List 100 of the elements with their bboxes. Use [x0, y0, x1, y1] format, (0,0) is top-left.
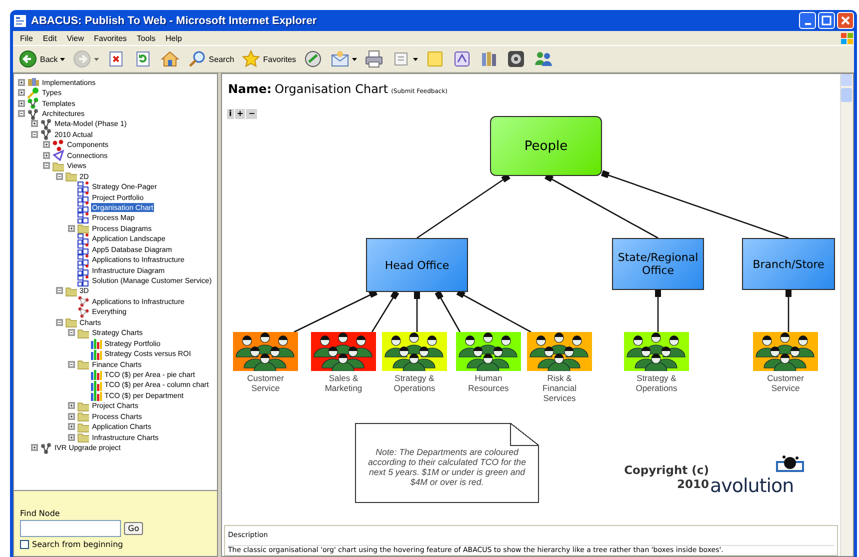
folder-icon: [77, 410, 89, 422]
logo-text: avolution: [710, 475, 794, 497]
zoom-button[interactable]: i: [227, 109, 234, 119]
go-button[interactable]: Go: [124, 522, 144, 535]
department-label: Human Resources: [467, 373, 510, 393]
connector-line: [786, 290, 792, 332]
windows-flag-icon: [840, 32, 854, 44]
expand-toggle[interactable]: [43, 152, 50, 159]
folder-icon: [77, 431, 89, 444]
collapse-toggle[interactable]: [43, 162, 50, 170]
menu-item[interactable]: Edit: [38, 34, 62, 42]
diagram-name: Organisation Chart: [274, 82, 388, 96]
org-node[interactable]: State/Regional Office: [612, 238, 704, 290]
expand-toggle[interactable]: [30, 444, 38, 452]
diagram-icon: [77, 180, 89, 193]
back-button[interactable]: Back: [16, 48, 67, 70]
folder-icon: [77, 222, 89, 234]
collapse-toggle[interactable]: [56, 172, 62, 180]
maximize-icon: [819, 13, 834, 28]
collapse-toggle[interactable]: [68, 329, 75, 336]
dots-icon: [52, 138, 64, 151]
department-label: Strategy & Operations: [392, 373, 436, 393]
search-button[interactable]: Search: [184, 48, 236, 70]
menu-item[interactable]: Help: [160, 34, 187, 42]
home-icon: [160, 49, 180, 69]
find-node-field[interactable]: [20, 520, 121, 537]
diagram-icon: [77, 232, 89, 245]
expand-toggle[interactable]: [68, 434, 75, 441]
department-label: Customer Service: [246, 373, 285, 393]
bar-chart-icon: [90, 337, 102, 350]
bar-chart-icon: [90, 368, 102, 380]
org-node[interactable]: Branch/Store: [742, 238, 835, 290]
bar-chart-icon: [90, 389, 102, 402]
folder-icon: [77, 400, 89, 412]
expand-toggle[interactable]: [18, 100, 25, 107]
expand-toggle[interactable]: [68, 412, 75, 420]
network-icon: [77, 306, 89, 318]
zoom-button[interactable]: +: [234, 109, 246, 119]
department-label: Strategy & Operations: [634, 373, 678, 393]
expand-toggle[interactable]: [30, 120, 38, 128]
triangle-icon: [52, 149, 64, 162]
favorites-button[interactable]: Favorites: [239, 48, 298, 70]
folder-icon: [52, 160, 64, 172]
checkbox-label: Search from beginning: [32, 540, 123, 549]
books-icon: [27, 76, 39, 88]
checkbox[interactable]: [20, 540, 29, 549]
pin-icon: [27, 86, 39, 99]
network-icon: [77, 295, 89, 308]
folder-icon: [64, 170, 76, 182]
network-icon: [40, 118, 52, 130]
star-icon: [241, 49, 262, 69]
research-icon: [452, 49, 472, 69]
zoom-button[interactable]: −: [246, 109, 258, 119]
connector-line: [655, 290, 661, 332]
collapse-toggle[interactable]: [30, 130, 38, 138]
diagram-icon: [77, 264, 89, 276]
network-icon: [40, 128, 52, 140]
mail-icon: [330, 49, 350, 69]
org-node[interactable]: Head Office: [366, 238, 468, 292]
folder-icon: [64, 316, 76, 328]
media-icon: [303, 49, 324, 69]
collapse-toggle[interactable]: [18, 110, 25, 118]
minimize-button[interactable]: [799, 12, 816, 29]
expand-toggle[interactable]: [18, 78, 25, 86]
diagram-icon: [77, 212, 89, 224]
expand-toggle[interactable]: [18, 89, 25, 96]
menu-item[interactable]: Favorites: [88, 34, 132, 42]
bar-chart-icon: [90, 378, 102, 391]
collapse-toggle[interactable]: [56, 287, 62, 294]
expand-toggle[interactable]: [68, 423, 75, 430]
folder-icon: [64, 284, 76, 297]
diagram-icon: [77, 274, 89, 287]
note-card: Note: The Departments are coloured according to their calculated TCO for the next 5 years. $1M or under is green and $4M or over is red.: [355, 423, 539, 503]
org-node[interactable]: People: [490, 116, 602, 176]
department-label: Risk & Financial Services: [541, 373, 578, 403]
folder-icon: [77, 326, 89, 339]
maximize-button[interactable]: [818, 12, 835, 29]
logo-icon: [775, 454, 805, 474]
diagram-icon: [77, 243, 89, 256]
collapse-toggle[interactable]: [68, 360, 75, 368]
network-icon: [27, 108, 39, 120]
minimize-icon: [804, 23, 810, 25]
menu-item[interactable]: Tools: [132, 34, 160, 42]
close-button[interactable]: [837, 12, 854, 29]
network-icon: [40, 442, 52, 454]
menu-item[interactable]: View: [62, 34, 89, 42]
connector-line: [414, 292, 420, 332]
department-label: Customer Service: [766, 373, 805, 393]
expand-toggle[interactable]: [43, 141, 50, 148]
scrollbar[interactable]: [840, 74, 853, 556]
diagram-icon: [77, 191, 89, 204]
expand-toggle[interactable]: [68, 224, 75, 232]
menu-item[interactable]: File: [15, 34, 38, 42]
collapse-toggle[interactable]: [56, 318, 62, 326]
folder-icon: [77, 358, 89, 370]
expand-toggle[interactable]: [68, 402, 75, 410]
page-icon: [13, 14, 27, 28]
diagram-icon: [77, 254, 89, 266]
diagram-icon: [77, 201, 89, 214]
find-node-label: Find Node: [20, 509, 61, 518]
